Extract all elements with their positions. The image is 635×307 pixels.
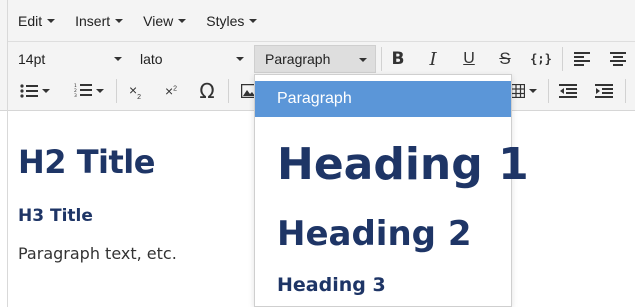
block-format-dropdown: Paragraph Heading 1 Heading 2 Heading 3: [254, 74, 529, 307]
superscript-icon: ×2: [164, 83, 178, 99]
align-center-button[interactable]: [603, 45, 633, 73]
toolbar-divider: [548, 79, 549, 103]
toolbar-divider: [116, 79, 117, 103]
bullet-list-button[interactable]: [14, 77, 56, 105]
block-format-select[interactable]: Paragraph: [254, 45, 376, 73]
block-format-value: Paragraph: [265, 51, 331, 67]
svg-text:3: 3: [74, 93, 77, 99]
chevron-down-icon: [114, 57, 122, 61]
chevron-down-icon: [47, 19, 56, 23]
outdent-icon: [559, 84, 577, 98]
omega-icon: Ω: [199, 79, 215, 103]
menu-styles[interactable]: Styles: [196, 6, 267, 36]
toolbar-divider: [562, 47, 563, 71]
toolbar-row-1: 14pt lato Paragraph B I U S {;}: [8, 43, 635, 75]
numbered-list-icon: 1 2 3: [74, 83, 92, 99]
editor-h2-title[interactable]: H2 Title: [18, 143, 155, 181]
dropdown-item-paragraph[interactable]: Paragraph: [255, 81, 511, 117]
menu-edit-label: Edit: [18, 13, 43, 29]
editor-h3-title[interactable]: H3 Title: [18, 206, 93, 226]
numbered-list-button[interactable]: 1 2 3: [68, 77, 110, 105]
outdent-button[interactable]: [553, 77, 583, 105]
code-icon: {;}: [530, 52, 552, 66]
toolbar-divider: [625, 79, 626, 103]
font-family-value: lato: [140, 51, 163, 67]
editor-paragraph[interactable]: Paragraph text, etc.: [18, 244, 177, 263]
subscript-icon: ×2: [128, 81, 142, 101]
chevron-down-icon: [236, 57, 244, 61]
strikethrough-icon: S: [499, 49, 511, 68]
align-left-icon: [574, 52, 590, 66]
menu-view-label: View: [143, 13, 174, 29]
chevron-down-icon: [115, 19, 124, 23]
italic-icon: I: [429, 48, 437, 70]
align-left-button[interactable]: [567, 45, 597, 73]
bullet-list-icon: [20, 84, 38, 98]
underline-button[interactable]: U: [454, 45, 484, 73]
table-icon: [511, 84, 525, 98]
chevron-down-icon: [42, 89, 50, 93]
strikethrough-button[interactable]: S: [490, 45, 520, 73]
code-button[interactable]: {;}: [526, 45, 556, 73]
font-family-select[interactable]: lato: [130, 45, 252, 73]
font-size-select[interactable]: 14pt: [8, 45, 130, 73]
menubar-divider: [8, 41, 635, 42]
indent-button[interactable]: [589, 77, 619, 105]
menu-view[interactable]: View: [133, 6, 196, 36]
subscript-button[interactable]: ×2: [120, 77, 150, 105]
bold-icon: B: [391, 49, 405, 69]
menubar: Edit Insert View Styles: [8, 6, 267, 36]
menu-edit[interactable]: Edit: [8, 6, 65, 36]
chevron-down-icon: [96, 89, 104, 93]
align-center-icon: [610, 52, 626, 66]
chevron-down-icon: [529, 89, 537, 93]
dropdown-item-heading-3[interactable]: Heading 3: [255, 273, 511, 297]
italic-button[interactable]: I: [418, 45, 448, 73]
toolbar-divider: [228, 79, 229, 103]
indent-icon: [595, 84, 613, 98]
chevron-down-icon: [249, 19, 258, 23]
dropdown-item-heading-1[interactable]: Heading 1: [255, 139, 529, 191]
toolbar-divider: [381, 47, 382, 71]
menu-styles-label: Styles: [206, 13, 245, 29]
special-character-button[interactable]: Ω: [192, 77, 222, 105]
bold-button[interactable]: B: [383, 45, 413, 73]
underline-icon: U: [463, 50, 475, 67]
chevron-down-icon: [359, 58, 367, 62]
menu-insert[interactable]: Insert: [65, 6, 133, 36]
dropdown-item-heading-2[interactable]: Heading 2: [255, 214, 511, 254]
chevron-down-icon: [178, 19, 187, 23]
font-size-value: 14pt: [18, 51, 46, 67]
superscript-button[interactable]: ×2: [156, 77, 186, 105]
menu-insert-label: Insert: [75, 13, 111, 29]
